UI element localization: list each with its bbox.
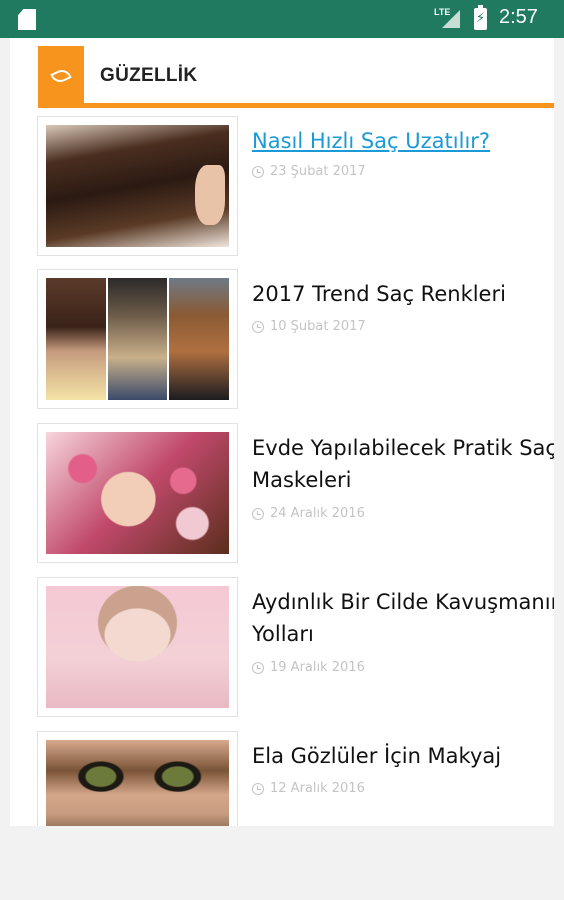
article-date: 12 Aralık 2016 <box>252 781 365 796</box>
clock-icon <box>252 507 264 520</box>
clock-icon <box>252 320 264 333</box>
screen: LTE ⚡ 2:57 GÜZELLİK Nasıl Hızlı Saç Uzat… <box>0 0 564 900</box>
status-time: 2:57 <box>499 6 538 28</box>
article-thumbnail[interactable] <box>37 731 238 826</box>
article-date: 10 Şubat 2017 <box>252 319 366 334</box>
article-title[interactable]: Aydınlık Bir Cilde Kavuşmanın <box>252 585 554 619</box>
article-title-link[interactable]: Nasıl Hızlı Saç Uzatılır? <box>252 124 490 158</box>
article-title[interactable]: Ela Gözlüler İçin Makyaj <box>252 739 501 773</box>
article-item[interactable]: Aydınlık Bir Cilde Kavuşmanın Yolları 19… <box>37 577 554 717</box>
article-thumbnail[interactable] <box>37 577 238 717</box>
article-title-line2[interactable]: Maskeleri <box>252 463 351 497</box>
clock-icon <box>252 782 264 795</box>
article-date-text: 24 Aralık 2016 <box>270 506 365 521</box>
article-date: 23 Şubat 2017 <box>252 164 366 179</box>
article-thumbnail[interactable] <box>37 423 238 563</box>
article-date: 19 Aralık 2016 <box>252 660 365 675</box>
article-title[interactable]: Evde Yapılabilecek Pratik Saç <box>252 431 554 465</box>
article-item[interactable]: Evde Yapılabilecek Pratik Saç Maskeleri … <box>37 423 554 563</box>
bottom-area <box>0 826 564 900</box>
article-date-text: 12 Aralık 2016 <box>270 781 365 796</box>
section-header: GÜZELLİK <box>38 46 554 108</box>
sd-card-icon <box>18 9 36 30</box>
article-date-text: 23 Şubat 2017 <box>270 164 366 179</box>
leaf-icon <box>38 46 84 105</box>
article-date-text: 19 Aralık 2016 <box>270 660 365 675</box>
article-date-text: 10 Şubat 2017 <box>270 319 366 334</box>
network-type-label: LTE <box>434 7 451 17</box>
clock-icon <box>252 661 264 674</box>
article-thumbnail[interactable] <box>37 116 238 256</box>
article-title-line2[interactable]: Yolları <box>252 617 314 651</box>
article-item[interactable]: Ela Gözlüler İçin Makyaj 12 Aralık 2016 <box>37 731 554 826</box>
clock-icon <box>252 165 264 178</box>
article-thumbnail[interactable] <box>37 269 238 409</box>
article-title[interactable]: 2017 Trend Saç Renkleri <box>252 277 506 311</box>
status-bar: LTE ⚡ 2:57 <box>0 0 564 38</box>
article-item[interactable]: 2017 Trend Saç Renkleri 10 Şubat 2017 <box>37 269 554 409</box>
content-panel: GÜZELLİK Nasıl Hızlı Saç Uzatılır? 23 Şu… <box>10 38 554 826</box>
article-date: 24 Aralık 2016 <box>252 506 365 521</box>
section-title: GÜZELLİK <box>100 65 198 86</box>
article-item[interactable]: Nasıl Hızlı Saç Uzatılır? 23 Şubat 2017 <box>37 116 554 256</box>
battery-charging-icon: ⚡ <box>474 5 487 30</box>
